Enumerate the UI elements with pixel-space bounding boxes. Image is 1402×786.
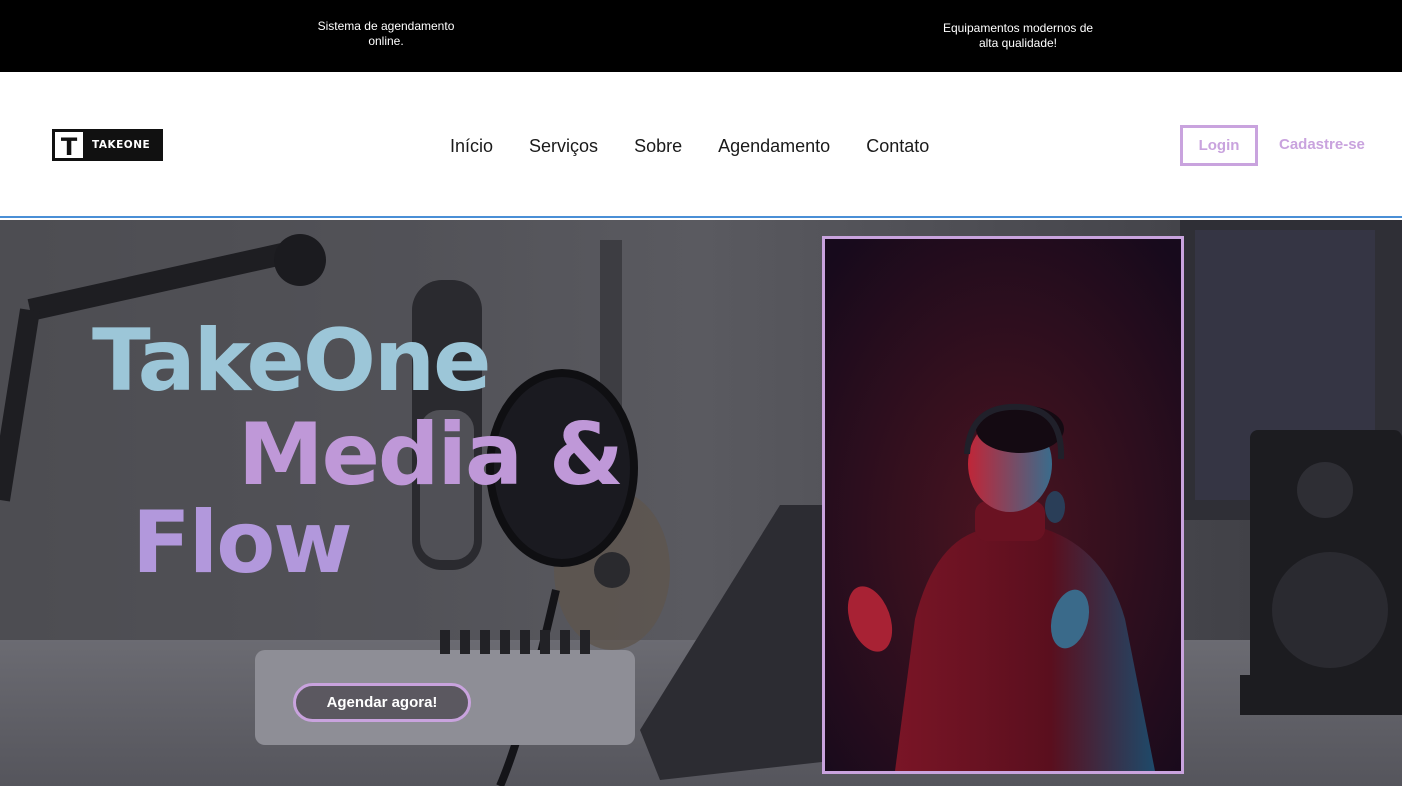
hero-title-line3: Flow: [132, 493, 353, 593]
nav-item-contato[interactable]: Contato: [866, 134, 929, 158]
logo-wordmark: TAKEONE: [92, 139, 151, 151]
nav-item-servicos[interactable]: Serviços: [529, 134, 598, 158]
hero-title-line1: TakeOne: [92, 311, 491, 411]
hero-section: TakeOne Media & Flow Agendar agora!: [0, 220, 1402, 786]
login-button[interactable]: Login: [1180, 125, 1258, 166]
nav-item-sobre[interactable]: Sobre: [634, 134, 682, 158]
top-info-bar: Sistema de agendamento online. Equipamen…: [0, 0, 1402, 72]
main-nav: Início Serviços Sobre Agendamento Contat…: [450, 134, 965, 158]
schedule-now-button[interactable]: Agendar agora!: [293, 683, 471, 722]
singer-photo-frame: [822, 236, 1184, 774]
info-scheduling-system: Sistema de agendamento online.: [317, 19, 455, 48]
logo-mark: T: [53, 130, 85, 161]
hero-title-line2: Media &: [238, 405, 624, 505]
takeone-logo[interactable]: T TAKEONE: [52, 129, 163, 161]
nav-item-agendamento[interactable]: Agendamento: [718, 134, 830, 158]
info-modern-equipment: Equipamentos modernos de alta qualidade!: [942, 21, 1094, 50]
person-with-headphones-photo: [825, 239, 1181, 771]
site-header: T TAKEONE Início Serviços Sobre Agendame…: [0, 72, 1402, 218]
nav-item-inicio[interactable]: Início: [450, 134, 493, 158]
signup-link[interactable]: Cadastre-se: [1279, 135, 1365, 155]
